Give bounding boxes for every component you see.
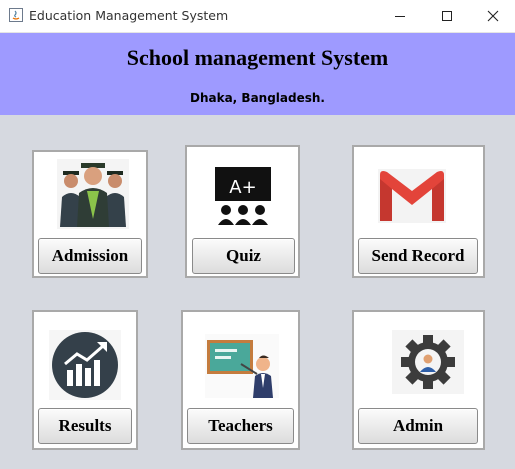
results-card: Results — [32, 310, 138, 450]
admission-button[interactable]: Admission — [38, 238, 142, 274]
quiz-button[interactable]: Quiz — [192, 238, 295, 274]
maximize-icon — [442, 11, 452, 21]
window-title: Education Management System — [29, 8, 229, 23]
admin-gear-icon — [392, 330, 464, 394]
page-title: School management System — [126, 45, 389, 70]
gmail-icon — [378, 169, 446, 223]
minimize-icon — [395, 16, 405, 17]
growth-chart-icon — [49, 330, 121, 400]
graduates-icon — [57, 159, 129, 229]
teacher-board-icon — [205, 334, 279, 398]
window-titlebar: Education Management System — [0, 0, 515, 33]
admin-card: Admin — [352, 310, 485, 450]
header-banner: School management System Dhaka, Banglade… — [0, 33, 515, 115]
results-button[interactable]: Results — [38, 408, 132, 444]
admin-button[interactable]: Admin — [358, 408, 478, 444]
maximize-button[interactable] — [424, 0, 470, 32]
teachers-button[interactable]: Teachers — [187, 408, 294, 444]
java-app-icon — [9, 8, 23, 22]
minimize-button[interactable] — [377, 0, 423, 32]
send-record-button[interactable]: Send Record — [358, 238, 478, 274]
admission-card: Admission — [32, 150, 148, 278]
close-icon — [487, 10, 499, 22]
quiz-card: A+ Quiz — [185, 145, 300, 278]
grade-text: A+ — [229, 177, 256, 198]
page-subtitle: Dhaka, Bangladesh. — [190, 91, 325, 105]
send-record-card: Send Record — [352, 145, 485, 278]
blackboard-grade-icon: A+ — [215, 167, 271, 225]
teachers-card: Teachers — [181, 310, 300, 450]
close-button[interactable] — [470, 0, 515, 32]
